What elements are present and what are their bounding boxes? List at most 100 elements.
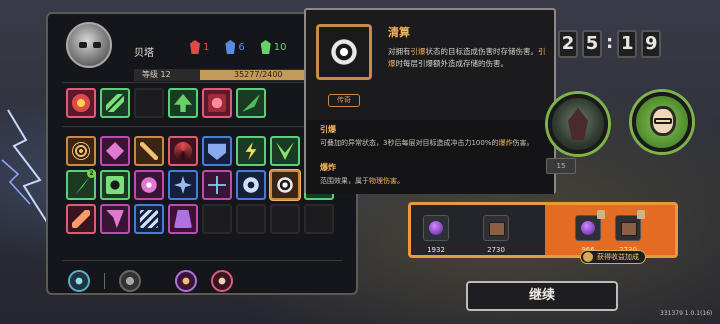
crystal-icon bbox=[106, 142, 124, 160]
equipment-row bbox=[68, 270, 233, 292]
rarity-badge: 传奇 bbox=[328, 94, 360, 107]
skill-slot-empty[interactable] bbox=[270, 204, 300, 234]
weapon-slot[interactable] bbox=[202, 88, 232, 118]
skill-slot[interactable]: 2 bbox=[66, 169, 96, 200]
bonus-orb: 966 bbox=[575, 210, 605, 254]
ally-portrait[interactable] bbox=[632, 92, 692, 152]
spiral-icon bbox=[72, 142, 90, 160]
arrow-up-icon bbox=[174, 94, 192, 112]
skill-slot[interactable] bbox=[270, 136, 300, 166]
demon-gem-icon[interactable] bbox=[175, 270, 197, 292]
skill-slot[interactable] bbox=[66, 136, 96, 166]
divider bbox=[62, 260, 342, 261]
skill-slot[interactable] bbox=[100, 136, 130, 166]
skill-slot[interactable] bbox=[100, 170, 130, 200]
skill-slot-empty[interactable] bbox=[202, 204, 232, 234]
skill-slot[interactable] bbox=[202, 136, 232, 166]
boost-bonus-button[interactable]: 获得收益加成 bbox=[580, 250, 646, 264]
weapon-slot[interactable] bbox=[168, 88, 198, 118]
reckoning-skill-icon bbox=[316, 24, 372, 80]
timer-digit: 9 bbox=[641, 30, 662, 58]
boss-portrait[interactable] bbox=[548, 94, 608, 154]
slash-icon bbox=[72, 210, 90, 228]
weapon-slot[interactable] bbox=[236, 88, 266, 118]
weapon-slot[interactable] bbox=[66, 88, 96, 118]
skill-slot-empty[interactable] bbox=[304, 204, 334, 234]
skill-slot-selected[interactable] bbox=[270, 170, 300, 200]
star-burst-icon bbox=[174, 176, 192, 194]
beast-icon bbox=[208, 94, 226, 112]
skill-slot[interactable] bbox=[168, 136, 198, 166]
eye-icon bbox=[140, 176, 158, 194]
chain-icon bbox=[140, 142, 158, 160]
rune-icon bbox=[174, 210, 192, 228]
skill-slot[interactable] bbox=[236, 170, 266, 200]
spiral-gem-icon[interactable] bbox=[68, 270, 90, 292]
version-text: 331379 1.0.1(16) bbox=[660, 310, 713, 317]
skill-slot-empty[interactable] bbox=[236, 204, 266, 234]
skill-slot[interactable] bbox=[134, 136, 164, 166]
separator bbox=[104, 273, 105, 289]
keyword-detonate-title: 引爆 bbox=[320, 125, 336, 134]
purple-orb-icon bbox=[429, 221, 443, 235]
rune-gem-icon[interactable] bbox=[211, 270, 233, 292]
wing-icon bbox=[276, 142, 294, 160]
keyword-section: 引爆 可叠加的异常状态，3秒后每层对目标造成冲击力100%的爆炸伤害。 爆炸 范… bbox=[306, 120, 554, 194]
lock-icon bbox=[637, 210, 645, 219]
reward-orb: 1932 bbox=[423, 215, 449, 254]
timer-digit: 1 bbox=[617, 30, 638, 58]
burst-icon bbox=[72, 94, 90, 112]
skill-slot[interactable] bbox=[202, 170, 232, 200]
snowflake-icon bbox=[208, 176, 226, 194]
skill-slot[interactable] bbox=[236, 136, 266, 166]
leaf-icon bbox=[242, 94, 260, 112]
reward-crate: 2730 bbox=[483, 215, 509, 254]
xp-text: 35277/2400 bbox=[234, 70, 283, 79]
divider bbox=[62, 126, 342, 127]
run-timer: 2 5 : 1 9 bbox=[558, 30, 662, 58]
red-mask-icon bbox=[190, 40, 200, 54]
weapon-slot-empty[interactable] bbox=[134, 88, 164, 118]
bonus-crate: 2730 bbox=[615, 210, 645, 254]
crate-icon bbox=[621, 222, 637, 236]
skill-slot[interactable] bbox=[168, 170, 198, 200]
purple-orb-icon bbox=[581, 221, 595, 235]
chevron-up-icon bbox=[583, 252, 593, 262]
skill-slot[interactable] bbox=[66, 204, 96, 234]
green-gem: 10 bbox=[260, 40, 286, 54]
keyword-detonate-text: 可叠加的异常状态，3秒后每层对目标造成冲击力100%的爆炸伤害。 bbox=[320, 139, 534, 147]
blue-gem: 6 bbox=[225, 40, 245, 54]
timer-digit: 2 bbox=[558, 30, 578, 58]
wave-icon bbox=[140, 210, 158, 228]
red-gem: 1 bbox=[190, 40, 209, 54]
gear-icon bbox=[242, 176, 260, 194]
skill-slot[interactable] bbox=[134, 170, 164, 200]
level-label: 等级 12 bbox=[142, 70, 171, 79]
claw-icon bbox=[106, 94, 124, 112]
vortex-icon bbox=[174, 142, 192, 160]
skill-description: 对拥有引爆状态的目标造成伤害时存储伤害。引爆时每层引爆额外造成存储的伤害。 bbox=[388, 47, 546, 68]
reckoning-icon bbox=[276, 176, 294, 194]
stack-badge: 2 bbox=[87, 169, 96, 178]
player-avatar bbox=[66, 22, 112, 68]
fang-icon bbox=[106, 210, 124, 228]
skill-slot[interactable] bbox=[134, 204, 164, 234]
keyword-explosion-title: 爆炸 bbox=[320, 163, 336, 172]
skill-slot[interactable] bbox=[168, 204, 198, 234]
continue-button[interactable]: 继续 bbox=[466, 281, 618, 311]
skill-tooltip: 传奇 清算 对拥有引爆状态的目标造成伤害时存储伤害。引爆时每层引爆额外造成存储的… bbox=[304, 8, 556, 194]
weapon-slot[interactable] bbox=[100, 88, 130, 118]
horse-icon bbox=[106, 176, 124, 194]
lock-badge: 15 bbox=[546, 158, 576, 174]
crate-icon bbox=[489, 222, 505, 236]
green-mask-icon bbox=[260, 40, 271, 54]
skill-grid: 2 bbox=[66, 136, 334, 234]
bolt-icon bbox=[245, 142, 257, 160]
weapon-slots bbox=[66, 88, 266, 118]
gem-counters: 1 6 10 bbox=[190, 40, 286, 54]
keyword-explosion-text: 范围效果，属于物理伤害。 bbox=[320, 177, 404, 185]
blue-mask-icon bbox=[225, 40, 236, 54]
lock-icon bbox=[597, 210, 605, 219]
helmet-gem-icon[interactable] bbox=[119, 270, 141, 292]
skill-slot[interactable] bbox=[100, 204, 130, 234]
